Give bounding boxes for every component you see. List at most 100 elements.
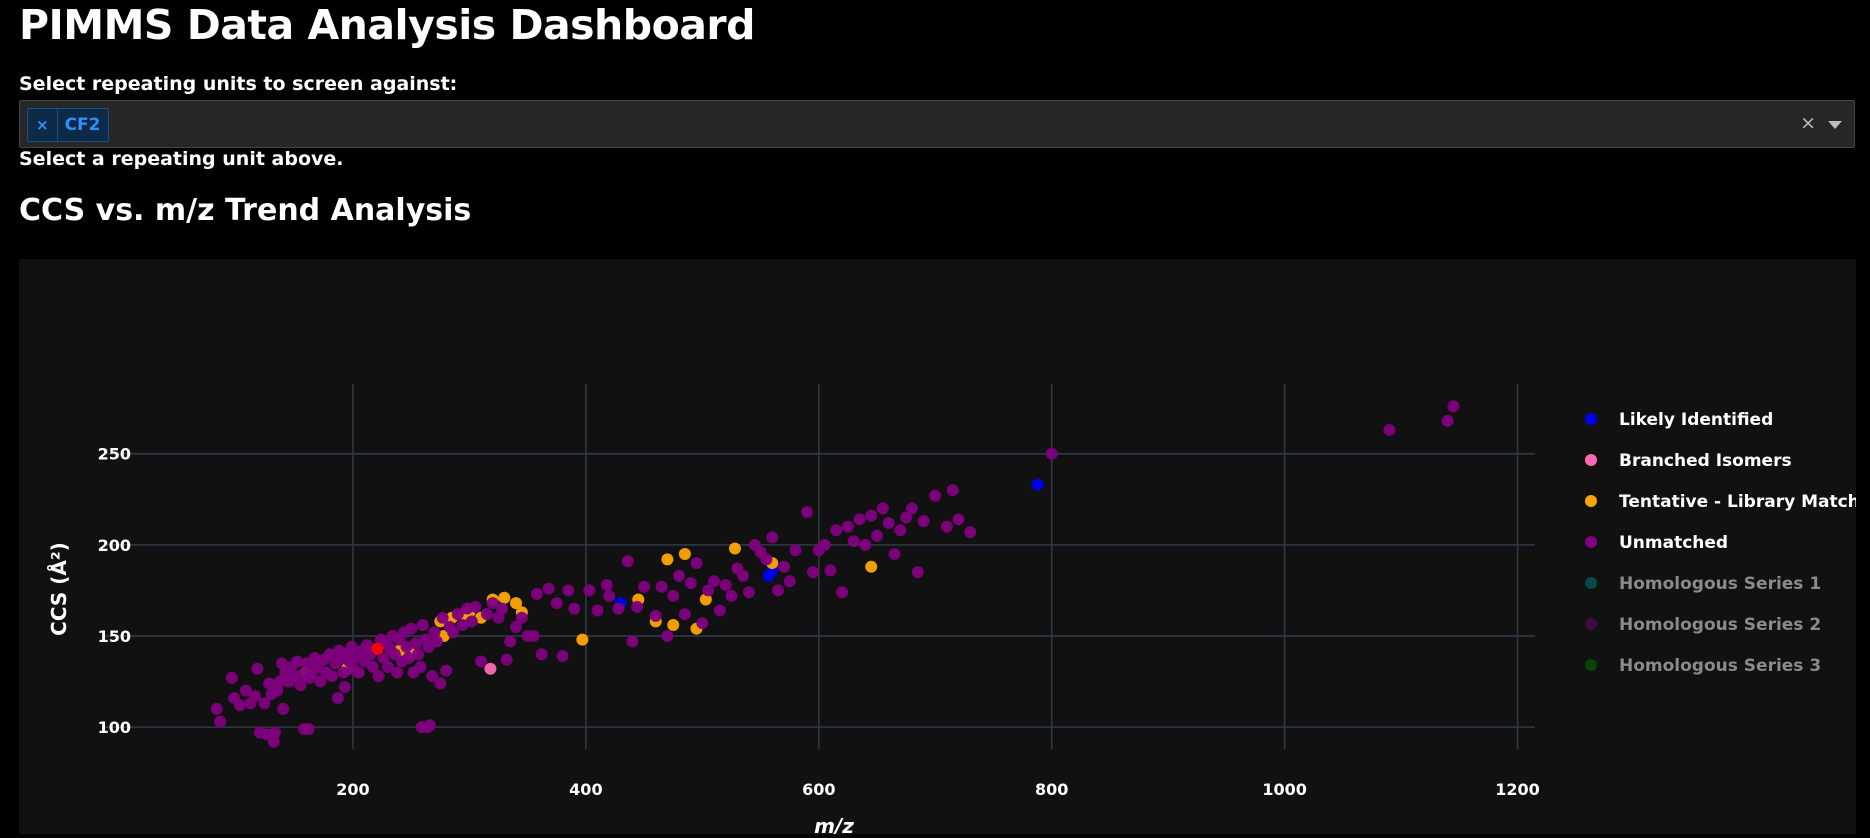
data-point-unmatched[interactable]: [964, 526, 977, 539]
data-point-unmatched[interactable]: [638, 580, 651, 593]
data-point-unmatched[interactable]: [836, 586, 849, 599]
chip-remove-icon[interactable]: ×: [28, 109, 58, 141]
data-point-unmatched[interactable]: [737, 569, 750, 582]
chevron-down-icon[interactable]: [1828, 121, 1842, 129]
data-point-unmatched[interactable]: [713, 604, 726, 617]
data-point-unmatched[interactable]: [338, 681, 351, 694]
data-point-unmatched[interactable]: [661, 629, 674, 642]
data-point-unmatched[interactable]: [600, 578, 613, 591]
data-point-unmatched[interactable]: [830, 524, 843, 537]
data-point-unmatched[interactable]: [888, 547, 901, 560]
data-point-unmatched[interactable]: [372, 670, 385, 683]
data-point-unmatched[interactable]: [655, 580, 668, 593]
data-point-unmatched[interactable]: [871, 529, 884, 542]
data-point-unmatched[interactable]: [504, 635, 517, 648]
data-point-unmatched[interactable]: [480, 608, 493, 621]
data-point-unmatched[interactable]: [302, 722, 315, 735]
data-point-unmatched[interactable]: [1383, 423, 1396, 436]
data-point-unmatched[interactable]: [806, 566, 819, 579]
data-point-unmatched[interactable]: [603, 589, 616, 602]
data-point-unmatched[interactable]: [542, 582, 555, 595]
data-point-unmatched[interactable]: [678, 608, 691, 621]
data-point-unmatched[interactable]: [440, 664, 453, 677]
data-point-unmatched[interactable]: [583, 584, 596, 597]
data-point-unmatched[interactable]: [818, 538, 831, 551]
data-point-unmatched[interactable]: [725, 589, 738, 602]
data-point-unmatched[interactable]: [824, 564, 837, 577]
data-point-unmatched[interactable]: [556, 650, 569, 663]
data-point-unmatched[interactable]: [1447, 400, 1460, 413]
data-point-unmatched[interactable]: [214, 715, 227, 728]
data-point-unmatched[interactable]: [234, 699, 247, 712]
data-point-unmatched[interactable]: [789, 544, 802, 557]
data-point-unmatched[interactable]: [412, 648, 425, 661]
data-point-unmatched[interactable]: [911, 566, 924, 579]
data-point-unmatched[interactable]: [550, 597, 563, 610]
data-point-unmatched[interactable]: [527, 629, 540, 642]
data-point-unmatched[interactable]: [853, 513, 866, 526]
data-point-unmatched[interactable]: [535, 648, 548, 661]
data-point-unmatched[interactable]: [801, 506, 814, 519]
data-point-unmatched[interactable]: [649, 609, 662, 622]
data-point-unmatched[interactable]: [475, 655, 488, 668]
data-point-unmatched[interactable]: [434, 677, 447, 690]
legend-item[interactable]: Unmatched: [1585, 533, 1728, 553]
repeating-unit-select[interactable]: × CF2 ×: [19, 100, 1855, 148]
data-point-unmatched[interactable]: [876, 502, 889, 515]
legend-item[interactable]: Homologous Series 1: [1585, 574, 1821, 594]
data-point-tentative-library-match[interactable]: [661, 553, 674, 566]
data-point-unmatched[interactable]: [277, 702, 290, 715]
data-point-unmatched[interactable]: [952, 513, 965, 526]
data-point-unmatched[interactable]: [612, 602, 625, 615]
data-point-unmatched[interactable]: [841, 520, 854, 533]
data-point-highlight[interactable]: [371, 642, 384, 655]
data-point-unmatched[interactable]: [865, 509, 878, 522]
data-point-unmatched[interactable]: [352, 666, 365, 679]
data-point-unmatched[interactable]: [859, 538, 872, 551]
data-point-tentative-library-match[interactable]: [865, 560, 878, 573]
data-point-unmatched[interactable]: [331, 691, 344, 704]
data-point-unmatched[interactable]: [783, 575, 796, 588]
data-point-tentative-library-match[interactable]: [576, 633, 589, 646]
data-point-unmatched[interactable]: [917, 515, 930, 528]
data-point-unmatched[interactable]: [251, 662, 264, 675]
data-point-unmatched[interactable]: [530, 588, 543, 601]
data-point-unmatched[interactable]: [667, 589, 680, 602]
data-point-unmatched[interactable]: [847, 535, 860, 548]
clear-all-icon[interactable]: ×: [1800, 112, 1816, 134]
data-point-unmatched[interactable]: [673, 569, 686, 582]
data-point-unmatched[interactable]: [465, 615, 478, 628]
data-point-unmatched[interactable]: [777, 560, 790, 573]
data-point-unmatched[interactable]: [766, 531, 779, 544]
data-point-likely-identified[interactable]: [1031, 478, 1044, 491]
data-point-tentative-library-match[interactable]: [728, 542, 741, 555]
data-point-unmatched[interactable]: [210, 702, 223, 715]
data-point-unmatched[interactable]: [772, 584, 785, 597]
data-point-unmatched[interactable]: [414, 660, 427, 673]
data-point-unmatched[interactable]: [882, 516, 895, 529]
data-point-unmatched[interactable]: [940, 520, 953, 533]
data-point-unmatched[interactable]: [707, 575, 720, 588]
data-point-unmatched[interactable]: [690, 557, 703, 570]
legend-item[interactable]: Homologous Series 2: [1585, 615, 1821, 635]
data-point-unmatched[interactable]: [591, 604, 604, 617]
data-point-unmatched[interactable]: [225, 671, 238, 684]
data-point-unmatched[interactable]: [1441, 414, 1454, 427]
data-point-unmatched[interactable]: [496, 602, 509, 615]
data-point-unmatched[interactable]: [1045, 447, 1058, 460]
legend-item[interactable]: Homologous Series 3: [1585, 656, 1821, 676]
data-point-unmatched[interactable]: [621, 555, 634, 568]
data-point-unmatched[interactable]: [423, 719, 436, 732]
data-point-tentative-library-match[interactable]: [498, 591, 511, 604]
data-point-unmatched[interactable]: [568, 602, 581, 615]
data-point-tentative-library-match[interactable]: [678, 547, 691, 560]
data-point-unmatched[interactable]: [405, 622, 418, 635]
legend-item[interactable]: Branched Isomers: [1585, 451, 1792, 471]
data-point-unmatched[interactable]: [929, 489, 942, 502]
data-point-unmatched[interactable]: [760, 553, 773, 566]
data-point-unmatched[interactable]: [268, 726, 281, 739]
data-point-unmatched[interactable]: [742, 586, 755, 599]
data-point-unmatched[interactable]: [416, 619, 429, 632]
data-point-unmatched[interactable]: [626, 635, 639, 648]
data-point-unmatched[interactable]: [500, 653, 513, 666]
